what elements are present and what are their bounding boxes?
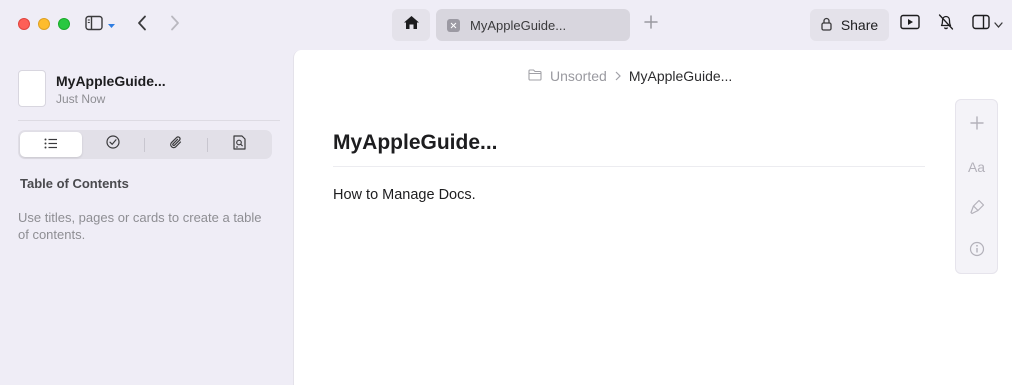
toc-heading: Table of Contents — [20, 176, 129, 191]
insert-button[interactable] — [956, 110, 997, 140]
chevron-down-icon — [107, 16, 116, 34]
document-tab[interactable]: MyAppleGuide... — [436, 9, 630, 41]
zoom-window-button[interactable] — [58, 18, 70, 30]
new-tab-button[interactable] — [640, 13, 662, 35]
share-button[interactable]: Share — [810, 9, 889, 41]
play-icon — [900, 14, 920, 35]
sidebar-segmented-control — [18, 130, 272, 159]
present-button[interactable] — [899, 13, 921, 35]
breadcrumb-document[interactable]: MyAppleGuide... — [629, 68, 733, 84]
segment-table-of-contents[interactable] — [20, 132, 82, 157]
sidebar-right-icon — [971, 14, 990, 35]
document-tab-label: MyAppleGuide... — [470, 17, 567, 33]
title-bar: MyAppleGuide... Share — [0, 0, 1012, 50]
close-window-button[interactable] — [18, 18, 30, 30]
sidebar-icon — [85, 15, 103, 36]
sidebar: MyAppleGuide... Just Now Table of Conten… — [0, 50, 293, 385]
list-icon — [44, 136, 58, 154]
breadcrumb-folder[interactable]: Unsorted — [550, 68, 607, 84]
chevron-down-icon — [993, 15, 1003, 33]
notifications-button[interactable] — [935, 13, 957, 35]
panels-button[interactable] — [968, 13, 1006, 35]
breadcrumb: Unsorted MyAppleGuide... — [528, 67, 732, 85]
info-button[interactable] — [956, 236, 997, 266]
sidebar-toggle-button[interactable] — [85, 15, 119, 36]
divider — [18, 120, 280, 121]
document-heading[interactable]: MyAppleGuide... — [333, 131, 498, 155]
document-modified-time: Just Now — [56, 92, 106, 106]
segment-tasks[interactable] — [82, 132, 144, 157]
style-button[interactable] — [956, 194, 997, 224]
document-editor — [293, 50, 1012, 385]
bell-slash-icon — [937, 13, 955, 36]
doc-search-icon — [232, 134, 246, 155]
brush-icon — [969, 199, 985, 220]
back-button[interactable] — [133, 14, 151, 36]
document-body-text[interactable]: How to Manage Docs. — [333, 187, 476, 203]
home-tab[interactable] — [392, 9, 430, 41]
font-icon: Aa — [967, 159, 986, 175]
font-button[interactable]: Aa — [956, 152, 997, 182]
info-icon — [969, 241, 985, 262]
document-thumbnail[interactable] — [18, 70, 46, 107]
folder-icon — [528, 68, 542, 84]
lock-icon — [821, 17, 832, 34]
segment-search[interactable] — [208, 132, 270, 157]
plus-icon — [644, 14, 658, 34]
checkmark-circle-icon — [106, 135, 120, 154]
chevron-right-icon — [170, 15, 180, 36]
toc-help-text: Use titles, pages or cards to create a t… — [18, 210, 262, 242]
document-title[interactable]: MyAppleGuide... — [56, 73, 166, 89]
plus-icon — [969, 115, 984, 135]
document-tab-icon — [447, 18, 460, 32]
chevron-left-icon — [137, 15, 147, 36]
chevron-right-icon — [615, 68, 621, 84]
title-divider — [333, 166, 925, 167]
minimize-window-button[interactable] — [38, 18, 50, 30]
segment-attachments[interactable] — [145, 132, 207, 157]
forward-button[interactable] — [166, 14, 184, 36]
format-rail: Aa — [955, 99, 998, 274]
share-button-label: Share — [840, 17, 879, 33]
house-icon — [403, 15, 420, 35]
paperclip-icon — [169, 135, 183, 155]
